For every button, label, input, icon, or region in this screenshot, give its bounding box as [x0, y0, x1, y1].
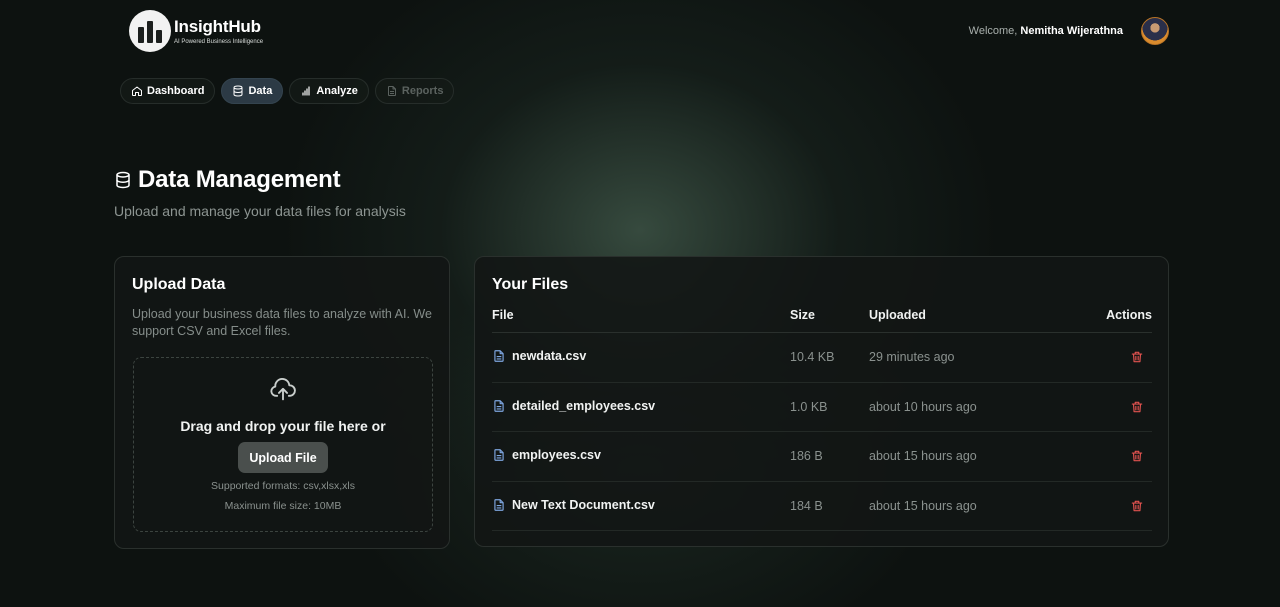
page-title-text: Data Management	[138, 166, 341, 193]
files-card: Your Files File Size Uploaded Actions ne…	[474, 256, 1169, 547]
nav-dashboard[interactable]: Dashboard	[120, 78, 216, 104]
files-table-body: newdata.csv 10.4 KB 29 minutes ago detai…	[492, 333, 1152, 531]
document-icon	[387, 86, 396, 96]
table-row: New Text Document.csv 184 B about 15 hou…	[492, 482, 1152, 531]
upload-file-button[interactable]: Upload File	[238, 442, 328, 473]
file-uploaded: about 15 hours ago	[869, 498, 977, 513]
welcome-prefix: Welcome,	[968, 25, 1018, 37]
database-icon	[116, 171, 130, 189]
brand-tagline: AI Powered Business Intelligence	[174, 38, 264, 45]
trash-icon[interactable]	[1130, 499, 1144, 513]
file-size: 186 B	[790, 449, 823, 463]
top-header: InsightHub AI Powered Business Intellige…	[0, 0, 1280, 64]
trash-icon[interactable]	[1130, 400, 1144, 414]
file-size: 10.4 KB	[790, 350, 835, 364]
nav-reports-label: Reports	[401, 85, 444, 97]
trash-icon[interactable]	[1130, 350, 1144, 364]
table-row: newdata.csv 10.4 KB 29 minutes ago	[492, 333, 1152, 383]
file-name-cell: detailed_employees.csv	[492, 399, 655, 413]
files-table-header: File Size Uploaded Actions	[492, 307, 1152, 333]
nav-analyze-label: Analyze	[316, 85, 358, 97]
file-uploaded: about 10 hours ago	[869, 399, 977, 414]
supported-formats: Supported formats: csv,xlsx,xls	[211, 480, 355, 492]
file-text-icon	[494, 399, 504, 412]
file-name: detailed_employees.csv	[512, 398, 656, 413]
welcome-message: Welcome, Nemitha Wijerathna	[969, 25, 1123, 37]
nav-reports: Reports	[374, 78, 455, 104]
file-uploaded: about 15 hours ago	[869, 449, 977, 463]
main-nav: Dashboard Data Analyze Reports	[120, 78, 455, 104]
column-size: Size	[790, 308, 816, 322]
column-uploaded: Uploaded	[869, 308, 926, 322]
upload-card: Upload Data Upload your business data fi…	[114, 256, 450, 549]
page-subtitle: Upload and manage your data files for an…	[114, 203, 406, 219]
file-name-cell: New Text Document.csv	[492, 498, 655, 512]
file-name: newdata.csv	[512, 349, 587, 363]
nav-data-label: Data	[248, 85, 273, 97]
database-icon	[233, 85, 243, 97]
drop-instructions: Drag and drop your file here or	[180, 418, 386, 434]
file-name: employees.csv	[512, 448, 601, 462]
upload-description: Upload your business data files to analy…	[132, 307, 432, 338]
max-file-size: Maximum file size: 10MB	[224, 500, 342, 512]
file-size: 1.0 KB	[790, 399, 828, 414]
nav-dashboard-label: Dashboard	[147, 85, 205, 97]
file-size: 184 B	[790, 498, 823, 513]
column-file: File	[492, 308, 514, 322]
file-uploaded: 29 minutes ago	[869, 350, 955, 364]
cloud-upload-icon	[270, 378, 296, 401]
nav-analyze[interactable]: Analyze	[289, 78, 369, 104]
user-name: Nemitha Wijerathna	[1020, 25, 1123, 37]
file-text-icon	[494, 449, 504, 461]
home-icon	[132, 86, 142, 96]
trash-icon[interactable]	[1130, 449, 1144, 463]
page-title: Data Management	[114, 166, 341, 194]
file-text-icon	[494, 350, 504, 362]
file-dropzone[interactable]: Drag and drop your file here or Upload F…	[133, 357, 433, 532]
file-name-cell: employees.csv	[492, 448, 601, 462]
file-text-icon	[494, 498, 504, 511]
table-row: employees.csv 186 B about 15 hours ago	[492, 432, 1152, 482]
user-avatar[interactable]	[1141, 17, 1169, 45]
file-name: New Text Document.csv	[512, 497, 655, 512]
logo-mark-icon	[129, 10, 171, 52]
column-actions: Actions	[1106, 308, 1152, 322]
brand-name: InsightHub	[174, 16, 261, 36]
files-card-title: Your Files	[492, 276, 569, 293]
nav-data[interactable]: Data	[221, 78, 284, 104]
upload-card-title: Upload Data	[132, 276, 226, 293]
table-row: detailed_employees.csv 1.0 KB about 10 h…	[492, 383, 1152, 432]
file-name-cell: newdata.csv	[492, 349, 586, 363]
bar-chart-icon	[302, 86, 310, 96]
logo[interactable]: InsightHub AI Powered Business Intellige…	[129, 10, 263, 52]
